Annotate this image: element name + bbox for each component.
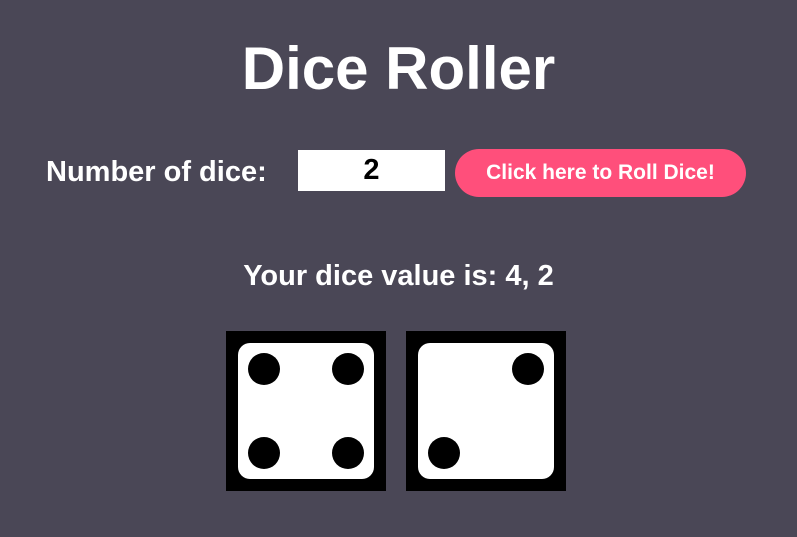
dice-result-text: Your dice value is: 4, 2: [243, 260, 554, 292]
die-4: [226, 331, 386, 491]
die-face-4-icon: [226, 331, 386, 491]
die-pip: [512, 353, 544, 385]
dice-controls: Number of dice: Click here to Roll Dice!: [0, 148, 797, 198]
number-of-dice-label: Number of dice:: [46, 156, 267, 188]
roll-dice-button[interactable]: Click here to Roll Dice!: [455, 149, 746, 197]
dice-row: [0, 331, 797, 491]
die-pip: [332, 353, 364, 385]
die-2: [406, 331, 566, 491]
die-pip: [248, 437, 280, 469]
die-pip: [428, 437, 460, 469]
die-pip: [248, 353, 280, 385]
number-of-dice-input[interactable]: [298, 150, 445, 191]
die-face-2-icon: [406, 331, 566, 491]
page-title: Dice Roller: [241, 35, 556, 102]
die-pip: [332, 437, 364, 469]
